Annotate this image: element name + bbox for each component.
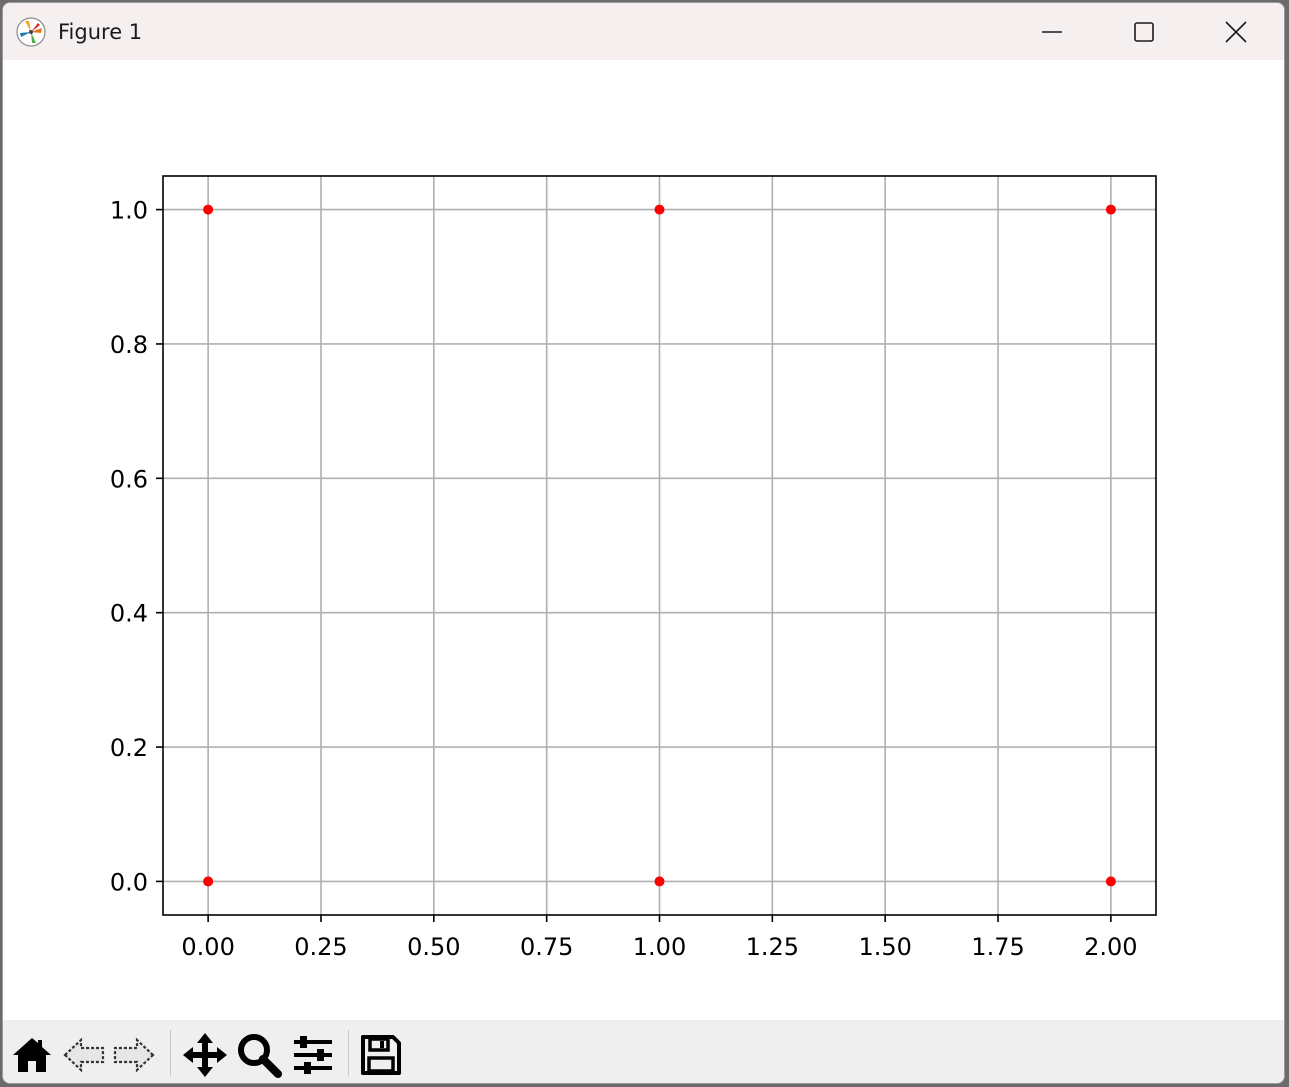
back-button[interactable] — [61, 1032, 107, 1078]
scatter-point — [203, 204, 214, 215]
scatter-point — [654, 204, 665, 215]
pan-button[interactable] — [182, 1032, 228, 1078]
zoom-button[interactable] — [236, 1032, 282, 1078]
navigation-toolbar — [3, 1020, 1284, 1083]
y-tick-label: 0.8 — [110, 331, 148, 359]
x-tick-label: 0.25 — [294, 933, 347, 961]
toolbar-separator — [348, 1030, 349, 1076]
close-button[interactable] — [1190, 3, 1282, 60]
y-tick-label: 0.4 — [110, 600, 148, 628]
maximize-icon — [1134, 21, 1154, 42]
minimize-icon — [1042, 30, 1062, 33]
scatter-point — [1105, 204, 1116, 215]
x-tick-label: 1.50 — [858, 933, 911, 961]
matplotlib-logo-icon — [16, 17, 46, 47]
toolbar-separator — [170, 1030, 171, 1076]
scatter-point — [1105, 876, 1116, 887]
x-tick-label: 0.75 — [520, 933, 573, 961]
x-tick-label: 1.75 — [971, 933, 1024, 961]
home-button[interactable] — [9, 1032, 55, 1078]
floppy-disk-icon — [361, 1035, 401, 1075]
x-tick-label: 0.50 — [407, 933, 460, 961]
figure-window: Figure 1 0.00 0.25 0.50 0.75 1.00 1.25 1.50 1.7… — [2, 2, 1285, 1084]
x-tick-label: 2.00 — [1084, 933, 1137, 961]
back-arrow-icon — [63, 1037, 105, 1073]
scatter-chart[interactable]: 0.00 0.25 0.50 0.75 1.00 1.25 1.50 1.75 2.00 0.0 0… — [3, 60, 1285, 1020]
maximize-button[interactable] — [1098, 3, 1190, 60]
y-tick-label: 0.0 — [110, 868, 148, 896]
forward-button[interactable] — [111, 1032, 157, 1078]
scatter-point — [654, 876, 665, 887]
y-tick-label: 0.6 — [110, 465, 148, 493]
window-title: Figure 1 — [58, 20, 143, 44]
save-button[interactable] — [358, 1032, 404, 1078]
configure-subplots-button[interactable] — [290, 1032, 336, 1078]
x-tick-label: 0.00 — [181, 933, 234, 961]
close-icon — [1225, 20, 1247, 43]
move-icon — [183, 1033, 227, 1077]
figure-canvas[interactable]: 0.00 0.25 0.50 0.75 1.00 1.25 1.50 1.75 2.00 0.0 0… — [3, 60, 1284, 1020]
magnifier-icon — [238, 1034, 282, 1078]
scatter-point — [203, 876, 214, 887]
title-bar[interactable]: Figure 1 — [3, 3, 1284, 60]
y-tick-label: 0.2 — [110, 734, 148, 762]
x-tick-label: 1.00 — [633, 933, 686, 961]
minimize-button[interactable] — [1006, 3, 1098, 60]
home-icon — [13, 1038, 51, 1072]
forward-arrow-icon — [113, 1037, 155, 1073]
y-tick-label: 1.0 — [110, 197, 148, 225]
x-tick-label: 1.25 — [746, 933, 799, 961]
sliders-icon — [294, 1036, 332, 1074]
